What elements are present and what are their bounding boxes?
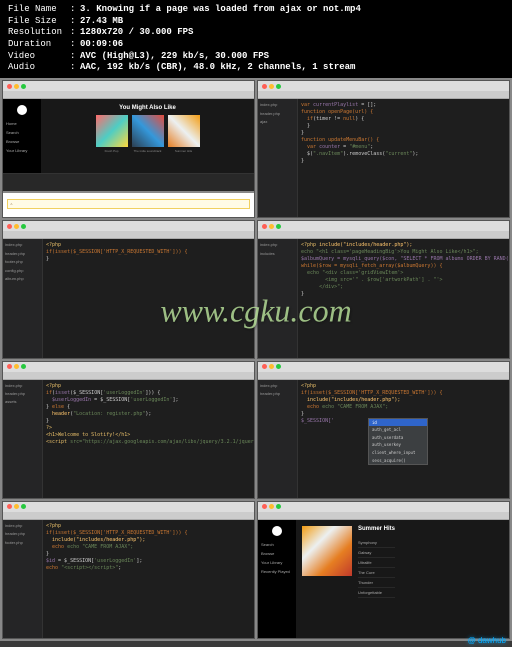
meta-video: AVC (High@L3), 229 kb/s, 30.000 FPS (80, 51, 269, 63)
ide-tabbar[interactable] (3, 512, 254, 520)
window-controls[interactable] (3, 502, 254, 512)
sidebar-item[interactable]: Browse (5, 137, 39, 146)
thumb-ide-js: index.php header.php ajax var currentPla… (257, 80, 510, 218)
browser-tabbar[interactable] (258, 512, 509, 520)
window-controls[interactable] (258, 81, 509, 91)
window-controls[interactable] (258, 221, 509, 231)
album-title: Summer Hits (358, 526, 395, 532)
you-might-also-like-title: You Might Also Like (45, 105, 250, 111)
meta-filesize: 27.43 MB (80, 16, 123, 28)
browser-tabbar[interactable] (3, 91, 254, 99)
album-detail: Summer Hits Symphony Galway Ultralife Th… (296, 520, 509, 638)
music-player-bar[interactable] (3, 173, 254, 191)
sidebar-item[interactable]: Your Library (5, 146, 39, 155)
file-tree[interactable]: index.php includes (258, 239, 298, 357)
code-editor[interactable]: <?php if(isset($_SESSION['HTTP_X_REQUEST… (298, 380, 509, 498)
track-row[interactable]: Unforgettable (358, 588, 395, 598)
doc-panel: ⚠ (3, 193, 254, 213)
track-row[interactable]: Ultralife (358, 558, 395, 568)
album-thumb[interactable]: The indie soundtrack (132, 115, 164, 153)
app-logo-icon (272, 526, 282, 536)
track-row[interactable]: Symphony (358, 538, 395, 548)
screenshot-grid: Home Search Browse Your Library You Migh… (0, 78, 512, 641)
thumb-ide-ajax-echo: index.php header.php footer.php <?php if… (2, 501, 255, 639)
window-controls[interactable] (3, 221, 254, 231)
app-logo-icon (17, 105, 27, 115)
autocomplete-popup[interactable]: id auth_get_acl auth_userdata auth_userk… (368, 418, 428, 466)
ide-tabbar[interactable] (3, 231, 254, 239)
file-tree[interactable]: index.php header.php ajax (258, 99, 298, 217)
file-tree[interactable]: index.php header.php footer.php config.p… (3, 239, 43, 357)
file-tree[interactable]: index.php header.php footer.php (3, 520, 43, 638)
track-row[interactable]: The Cure (358, 568, 395, 578)
code-editor[interactable]: <?php if(isset($_SESSION['HTTP_X_REQUEST… (43, 520, 254, 638)
code-editor[interactable]: var currentPlaylist = []; function openP… (298, 99, 509, 217)
autocomplete-item[interactable]: sess_acquire() (369, 457, 427, 465)
thumb-ide-autocomplete: index.php header.php <?php if(isset($_SE… (257, 361, 510, 499)
file-tree[interactable]: index.php header.php assets (3, 380, 43, 498)
autocomplete-item[interactable]: auth_userkey (369, 441, 427, 449)
sidebar-item[interactable]: Your Library (260, 558, 294, 567)
meta-audio: AAC, 192 kb/s (CBR), 48.0 kHz, 2 channel… (80, 62, 355, 74)
track-list: Symphony Galway Ultralife The Cure Thund… (358, 538, 395, 598)
thumb-ide-query: index.php includes <?php include("includ… (257, 220, 510, 358)
thumb-browser-music: Home Search Browse Your Library You Migh… (2, 80, 255, 218)
code-editor[interactable]: <?php include("includes/header.php"); ec… (298, 239, 509, 357)
file-metadata: File Name:3. Knowing if a page was loade… (0, 0, 512, 78)
meta-label-video: Video (8, 51, 70, 63)
music-sidebar: Search Browse Your Library Recently Play… (258, 520, 296, 638)
window-controls[interactable] (3, 81, 254, 91)
ide-tabbar[interactable] (3, 372, 254, 380)
autocomplete-item[interactable]: client_where_input (369, 449, 427, 457)
meta-duration: 00:09:06 (80, 39, 123, 51)
code-editor[interactable]: <?php if(isset($_SESSION['HTTP_X_REQUEST… (43, 239, 254, 357)
album-thumb[interactable]: Fresh Pop (96, 115, 128, 153)
footer-watermark: @ dawhub (468, 636, 506, 645)
window-controls[interactable] (258, 362, 509, 372)
sidebar-item[interactable]: Recently Played (260, 567, 294, 576)
thumb-ide-header: index.php header.php assets <?php if(iss… (2, 361, 255, 499)
album-thumb[interactable]: Summer Hits (168, 115, 200, 153)
ide-tabbar[interactable] (258, 231, 509, 239)
track-row[interactable]: Thunder (358, 578, 395, 588)
meta-resolution: 1280x720 / 30.000 FPS (80, 27, 193, 39)
thumb-ide-index: index.php header.php footer.php config.p… (2, 220, 255, 358)
track-row[interactable]: Galway (358, 548, 395, 558)
window-controls[interactable] (258, 502, 509, 512)
warning-bar: ⚠ (7, 199, 250, 209)
music-sidebar: Home Search Browse Your Library (3, 99, 41, 173)
window-controls[interactable] (3, 362, 254, 372)
album-artwork[interactable] (302, 526, 352, 576)
sidebar-item[interactable]: Home (5, 119, 39, 128)
meta-label-resolution: Resolution (8, 27, 70, 39)
ide-tabbar[interactable] (258, 372, 509, 380)
code-editor[interactable]: <?php if(isset($_SESSION['userLoggedIn']… (43, 380, 254, 498)
meta-label-filename: File Name (8, 4, 70, 16)
meta-label-duration: Duration (8, 39, 70, 51)
ide-tabbar[interactable] (258, 91, 509, 99)
music-main: You Might Also Like Fresh Pop The indie … (41, 99, 254, 173)
autocomplete-item[interactable]: auth_get_acl (369, 426, 427, 434)
autocomplete-item[interactable]: auth_userdata (369, 434, 427, 442)
autocomplete-item[interactable]: id (369, 419, 427, 427)
file-tree[interactable]: index.php header.php (258, 380, 298, 498)
thumb-browser-album: Search Browse Your Library Recently Play… (257, 501, 510, 639)
sidebar-item[interactable]: Search (5, 128, 39, 137)
meta-label-filesize: File Size (8, 16, 70, 28)
meta-filename: 3. Knowing if a page was loaded from aja… (80, 4, 361, 16)
sidebar-item[interactable]: Browse (260, 549, 294, 558)
meta-label-audio: Audio (8, 62, 70, 74)
sidebar-item[interactable]: Search (260, 540, 294, 549)
